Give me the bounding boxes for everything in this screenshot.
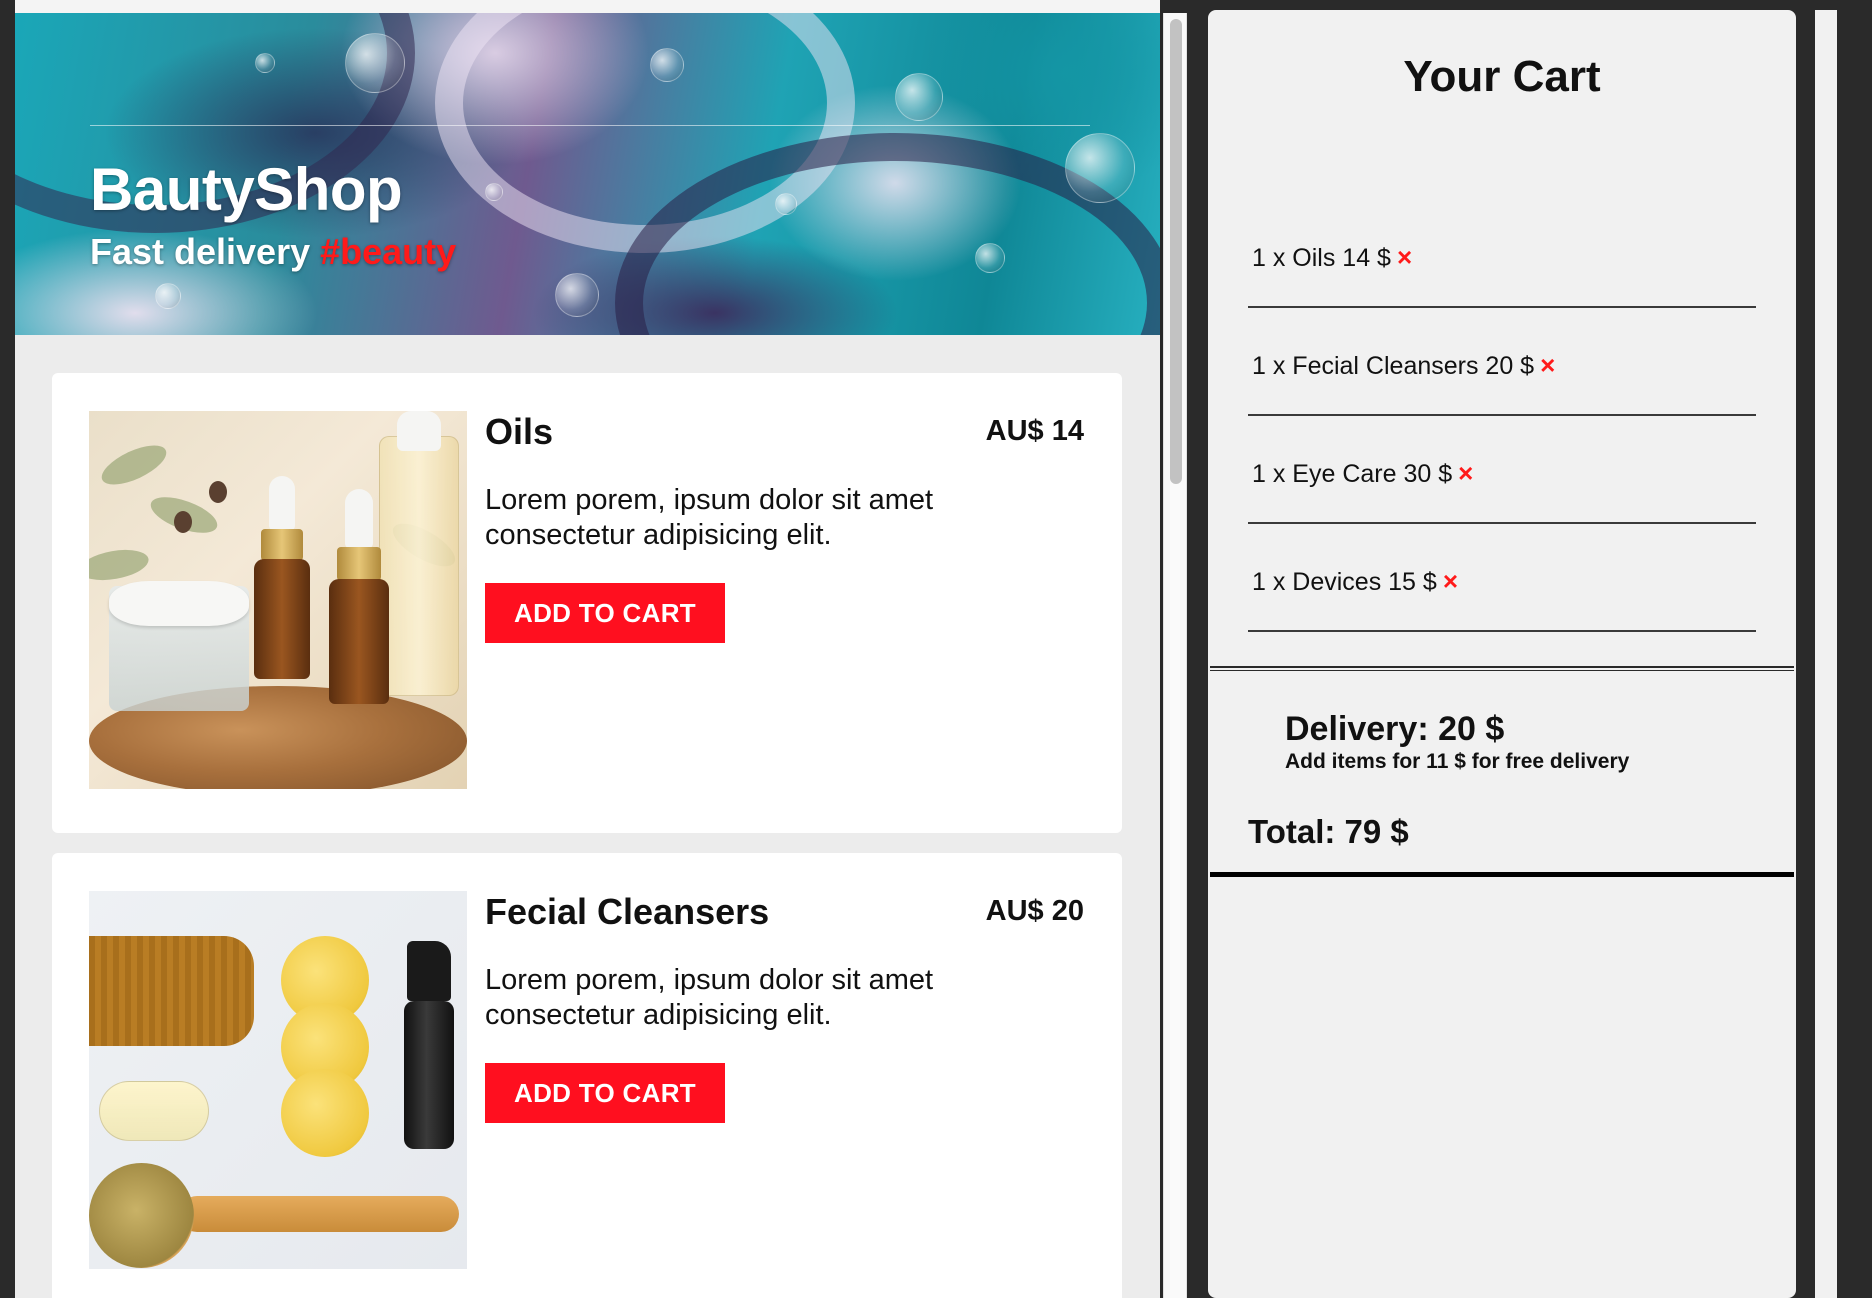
jar-lid xyxy=(109,581,249,626)
top-strip xyxy=(15,0,1160,13)
product-price: AU$ 14 xyxy=(985,415,1084,447)
delivery-note: Add items for 11 $ for free delivery xyxy=(1285,750,1630,773)
cart-item: 1 x Eye Care 30 $ × xyxy=(1248,416,1756,524)
product-price: AU$ 20 xyxy=(985,895,1084,927)
hero-bubble xyxy=(485,183,503,201)
product-card: Fecial Cleansers AU$ 20 Lorem porem, ips… xyxy=(52,853,1122,1298)
hero-bubble xyxy=(555,273,599,317)
tagline-hashtag: #beauty xyxy=(320,231,457,272)
remove-icon[interactable]: × xyxy=(1443,566,1458,596)
product-name: Oils xyxy=(485,411,554,452)
scrollbar-thumb[interactable] xyxy=(1170,19,1182,484)
add-to-cart-button[interactable]: ADD TO CART xyxy=(485,1063,725,1123)
dropper-cap xyxy=(337,547,381,581)
tagline-main: Fast delivery xyxy=(90,231,321,272)
total-rule xyxy=(1210,872,1794,877)
dropper-cap xyxy=(261,529,303,561)
hero-bubble xyxy=(155,283,181,309)
product-name: Fecial Cleansers xyxy=(485,891,770,932)
product-description: Lorem porem, ipsum dolor sit amet consec… xyxy=(485,484,934,551)
cart-panel: Your Cart 1 x Oils 14 $ × 1 x Fecial Clea… xyxy=(1208,10,1796,1298)
amber-bottle xyxy=(329,579,389,704)
product-card: Oils AU$ 14 Lorem porem, ipsum dolor sit… xyxy=(52,373,1122,833)
spray-bottle xyxy=(404,1001,454,1149)
brand-title: BautyShop xyxy=(90,156,403,223)
leaf-shape xyxy=(96,437,172,493)
bottle-cap xyxy=(397,411,441,451)
cart-item-text: 1 x Eye Care 30 $ xyxy=(1252,460,1453,488)
dropper-bulb xyxy=(345,489,373,549)
towel-shape xyxy=(89,936,254,1046)
brand-tagline: Fast delivery #beauty xyxy=(90,231,456,273)
right-edge-panel xyxy=(1815,10,1837,1298)
glass-bottle xyxy=(99,1081,209,1141)
scrollbar-track[interactable] xyxy=(1163,13,1187,1298)
hero-bubble xyxy=(775,193,797,215)
remove-icon[interactable]: × xyxy=(1540,350,1555,380)
cart-item-line: 1 x Devices 15 $ × xyxy=(1252,566,1458,597)
hero-bubble xyxy=(650,48,684,82)
hero-bubble xyxy=(345,33,405,93)
leaf-shape xyxy=(89,545,151,585)
spray-head xyxy=(407,941,451,1001)
cart-title: Your Cart xyxy=(1403,52,1601,101)
hero-bubble xyxy=(975,243,1005,273)
add-to-cart-button[interactable]: ADD TO CART xyxy=(485,583,725,643)
cart-item: 1 x Oils 14 $ × xyxy=(1248,200,1756,308)
cart-item-text: 1 x Fecial Cleansers 20 $ xyxy=(1252,352,1535,380)
amber-bottle xyxy=(254,559,310,679)
cart-item-line: 1 x Eye Care 30 $ × xyxy=(1252,458,1473,489)
sponge-shape xyxy=(281,1069,369,1157)
cart-item-line: 1 x Oils 14 $ × xyxy=(1252,242,1412,273)
product-image-cleansers xyxy=(89,891,467,1269)
olive-shape xyxy=(174,511,192,533)
clear-bottle xyxy=(379,436,459,696)
cart-item-line: 1 x Fecial Cleansers 20 $ × xyxy=(1252,350,1555,381)
cart-item: 1 x Fecial Cleansers 20 $ × xyxy=(1248,308,1756,416)
cart-item-text: 1 x Oils 14 $ xyxy=(1252,244,1391,272)
product-description: Lorem porem, ipsum dolor sit amet consec… xyxy=(485,964,934,1031)
hero-banner: BautyShop Fast delivery #beauty xyxy=(15,13,1160,335)
delivery-cost: Delivery: 20 $ xyxy=(1285,710,1505,748)
olive-shape xyxy=(209,481,227,503)
dropper-bulb xyxy=(269,476,295,531)
shop-pane: BautyShop Fast delivery #beauty Oils AU$… xyxy=(15,0,1160,1298)
remove-icon[interactable]: × xyxy=(1458,458,1473,488)
hero-bubble xyxy=(255,53,275,73)
cart-item: 1 x Devices 15 $ × xyxy=(1248,524,1756,632)
brush-head xyxy=(89,1163,194,1268)
hero-bubble xyxy=(1065,133,1135,203)
hero-rule xyxy=(90,125,1090,126)
cart-total: Total: 79 $ xyxy=(1248,813,1409,850)
product-image-oils xyxy=(89,411,467,789)
cart-item-text: 1 x Devices 15 $ xyxy=(1252,568,1437,596)
cart-divider xyxy=(1210,666,1794,671)
remove-icon[interactable]: × xyxy=(1397,242,1412,272)
hero-bubble xyxy=(895,73,943,121)
brush-handle xyxy=(179,1196,459,1232)
